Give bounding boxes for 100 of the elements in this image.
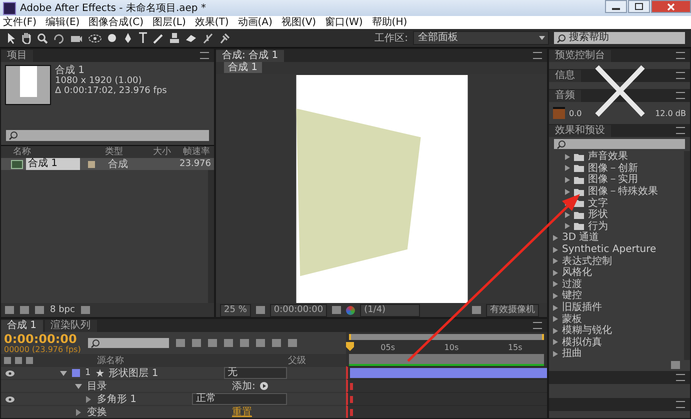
menu-item[interactable]: 图像合成(C)	[88, 16, 144, 28]
parent-dropdown[interactable]: 无	[224, 367, 287, 379]
effects-tree-item[interactable]: 图像－实用	[553, 174, 684, 186]
project-row[interactable]: 合成 1 合成 23.976	[1, 158, 214, 170]
pen-icon[interactable]	[123, 32, 133, 44]
project-search-field[interactable]	[6, 130, 209, 141]
effects-tree-item[interactable]: 表达式控制	[553, 255, 684, 267]
panel-menu-icon[interactable]	[200, 52, 209, 59]
menu-item[interactable]: 帮助(H)	[372, 16, 408, 28]
maximize-button[interactable]	[628, 0, 650, 13]
window-title: Adobe After Effects - 未命名项目.aep *	[20, 2, 206, 15]
hand-icon[interactable]	[21, 32, 32, 44]
effects-tree-item[interactable]: Synthetic Aperture	[553, 244, 684, 256]
add-button[interactable]: 添加:	[232, 379, 256, 393]
effects-tree-item[interactable]: 风格化	[553, 266, 684, 279]
column-header[interactable]: 名称	[1, 146, 93, 158]
panel-tab[interactable]: 项目	[1, 50, 33, 62]
stamp-icon[interactable]	[169, 32, 180, 44]
menu-item[interactable]: 动画(A)	[238, 16, 272, 28]
menu-item[interactable]: 窗口(W)	[325, 16, 363, 28]
column-header[interactable]: 类型	[93, 146, 153, 158]
collapsed-triangle-icon[interactable]	[75, 408, 82, 416]
panel-tab[interactable]: 合成: 合成 1	[216, 50, 284, 62]
panel-menu-icon[interactable]	[533, 52, 542, 59]
panel-menu-icon[interactable]	[676, 400, 685, 408]
effect-name: 声音效果	[588, 151, 628, 162]
item-frame-rate: 23.976	[180, 159, 212, 169]
effects-tree-item[interactable]: 旧版插件	[553, 302, 684, 314]
effects-tree-item[interactable]: 模拟仿真	[553, 336, 684, 348]
panel-tab[interactable]: 渲染队列	[44, 320, 97, 332]
roto-brush-icon[interactable]	[202, 32, 214, 44]
panel-tab[interactable]: 信息	[549, 70, 581, 82]
menu-item[interactable]: 编辑(E)	[46, 16, 80, 28]
circle-play-icon[interactable]	[260, 382, 268, 390]
tick-label: 10s	[444, 342, 459, 352]
zoom-dropdown[interactable]: 25 %	[220, 304, 251, 316]
orbit-icon[interactable]	[88, 32, 102, 44]
menu-item[interactable]: 图层(L)	[152, 16, 186, 28]
column-header[interactable]: 大小	[153, 146, 181, 158]
time-ruler[interactable]: 05s 10s 15s	[346, 340, 547, 354]
comp-name: 合成 1	[55, 65, 86, 76]
effects-tree-item[interactable]: 蒙板	[553, 313, 684, 325]
effects-tree-item[interactable]: 模糊与锐化	[553, 324, 684, 336]
current-time[interactable]: 0:00:00:00	[4, 332, 81, 344]
brush-icon[interactable]	[153, 32, 164, 44]
close-button[interactable]	[651, 0, 691, 13]
label-swatch[interactable]	[72, 369, 80, 377]
composition-icon	[11, 160, 23, 168]
effects-tree-item[interactable]: 键控	[553, 290, 684, 302]
effects-tree-item[interactable]: 过渡	[553, 278, 684, 290]
layer-name[interactable]: 形状图层 1	[108, 368, 219, 378]
expanded-triangle-icon[interactable]	[75, 382, 82, 390]
bit-depth-button[interactable]: 8 bpc	[50, 305, 75, 315]
effects-tree-item[interactable]: 图像－创新	[553, 162, 684, 174]
panel-tab[interactable]: 音频	[549, 90, 581, 102]
panel-tab[interactable]: 预览控制台	[549, 50, 611, 62]
pin-icon[interactable]	[219, 32, 231, 44]
expanded-triangle-icon[interactable]	[60, 370, 67, 376]
effects-tree-item[interactable]: 3D 通道	[553, 232, 684, 244]
camera-dropdown[interactable]: 有效摄像机	[486, 304, 539, 316]
effects-search-field[interactable]	[554, 139, 685, 149]
composition-tab[interactable]: 合成 1	[224, 62, 262, 73]
column-header[interactable]: 源名称	[97, 354, 124, 366]
panel-menu-icon[interactable]	[676, 127, 685, 134]
panel-tab[interactable]: 效果和预设	[549, 125, 611, 137]
blend-mode-dropdown[interactable]: 正常	[192, 393, 287, 405]
panel-menu-icon[interactable]	[676, 92, 685, 99]
collapsed-triangle-icon[interactable]	[85, 396, 92, 402]
effects-tree-item[interactable]: 声音效果	[553, 151, 684, 163]
playhead-icon[interactable]	[346, 342, 354, 351]
column-header[interactable]: 帧速率	[181, 146, 210, 158]
panel-menu-icon[interactable]	[676, 52, 685, 59]
workspace-dropdown[interactable]: 全部面板	[413, 31, 549, 45]
arrow-icon[interactable]	[6, 32, 16, 44]
panel-menu-icon[interactable]	[676, 72, 685, 79]
minimize-button[interactable]	[605, 0, 627, 13]
help-search-field[interactable]: 搜索帮助	[554, 32, 685, 44]
ellipse-tool-icon[interactable]	[107, 32, 118, 44]
panel-menu-icon[interactable]	[533, 322, 542, 329]
eraser-icon[interactable]	[185, 33, 197, 43]
effects-tree-item[interactable]: 行为	[553, 220, 684, 232]
menu-item[interactable]: 文件(F)	[3, 16, 37, 28]
item-type: 合成	[108, 158, 128, 171]
effects-tree-item[interactable]: 形状	[553, 208, 684, 221]
reset-link[interactable]: 重置	[232, 405, 252, 419]
property-name: 多角形 1	[97, 394, 138, 404]
panel-tab[interactable]: 合成 1	[1, 320, 43, 332]
channels-icon[interactable]	[346, 306, 356, 314]
timeline-search-field[interactable]	[88, 338, 169, 348]
type-tool-icon[interactable]	[138, 32, 148, 44]
menu-item[interactable]: 视图(V)	[281, 16, 316, 28]
effects-tree-item[interactable]: 扭曲	[553, 348, 684, 360]
rotate-icon[interactable]	[53, 32, 65, 44]
effects-tree-item[interactable]: 图像－特殊效果	[553, 186, 684, 198]
resolution-dropdown[interactable]: (1/4)	[360, 304, 420, 316]
panel-menu-icon[interactable]	[676, 374, 685, 381]
magnifier-icon[interactable]	[37, 32, 48, 44]
column-header[interactable]: 父级	[288, 354, 306, 366]
menu-item[interactable]: 效果(T)	[194, 16, 229, 28]
timecode-field[interactable]: 0:00:00:00	[270, 304, 328, 316]
